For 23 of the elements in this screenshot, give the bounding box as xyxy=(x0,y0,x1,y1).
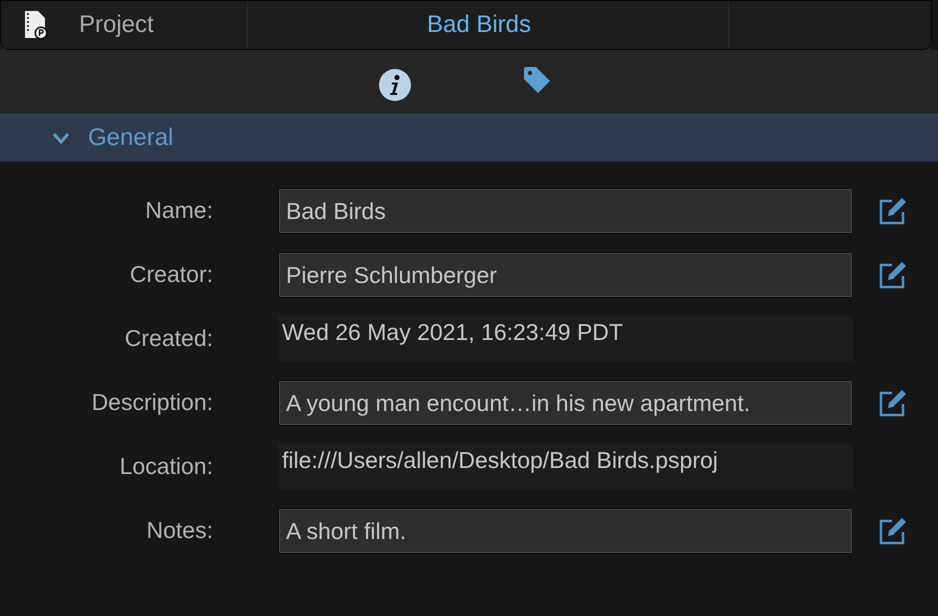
field-label: Description: xyxy=(90,388,213,416)
info-icon[interactable] xyxy=(379,69,411,101)
field-label: Notes: xyxy=(146,516,213,544)
text-field[interactable]: Bad Birds xyxy=(278,188,853,234)
edit-icon[interactable] xyxy=(878,260,908,290)
field-label: Creator: xyxy=(128,260,213,288)
project-file-icon xyxy=(23,10,49,40)
field-value: Wed 26 May 2021, 16:23:49 PDT xyxy=(278,316,853,362)
project-title: Bad Birds xyxy=(426,11,532,39)
edit-icon[interactable] xyxy=(878,196,908,226)
field-value: file:///Users/allen/Desktop/Bad Birds.psproj xyxy=(278,444,853,490)
text-field[interactable]: A young man encount…in his new apartment. xyxy=(278,380,853,426)
edit-icon[interactable] xyxy=(878,516,908,546)
field-label: Name: xyxy=(144,196,213,224)
edit-icon[interactable] xyxy=(878,388,908,418)
section-title[interactable]: General xyxy=(88,124,174,152)
tag-icon[interactable] xyxy=(522,65,552,95)
chevron-icon[interactable] xyxy=(52,132,70,144)
text-field[interactable]: A short film. xyxy=(278,508,853,554)
text-field[interactable]: Pierre Schlumberger xyxy=(278,252,853,298)
field-label: Location: xyxy=(118,452,213,480)
field-label: Created: xyxy=(124,324,213,352)
header-label: Project xyxy=(79,11,154,39)
